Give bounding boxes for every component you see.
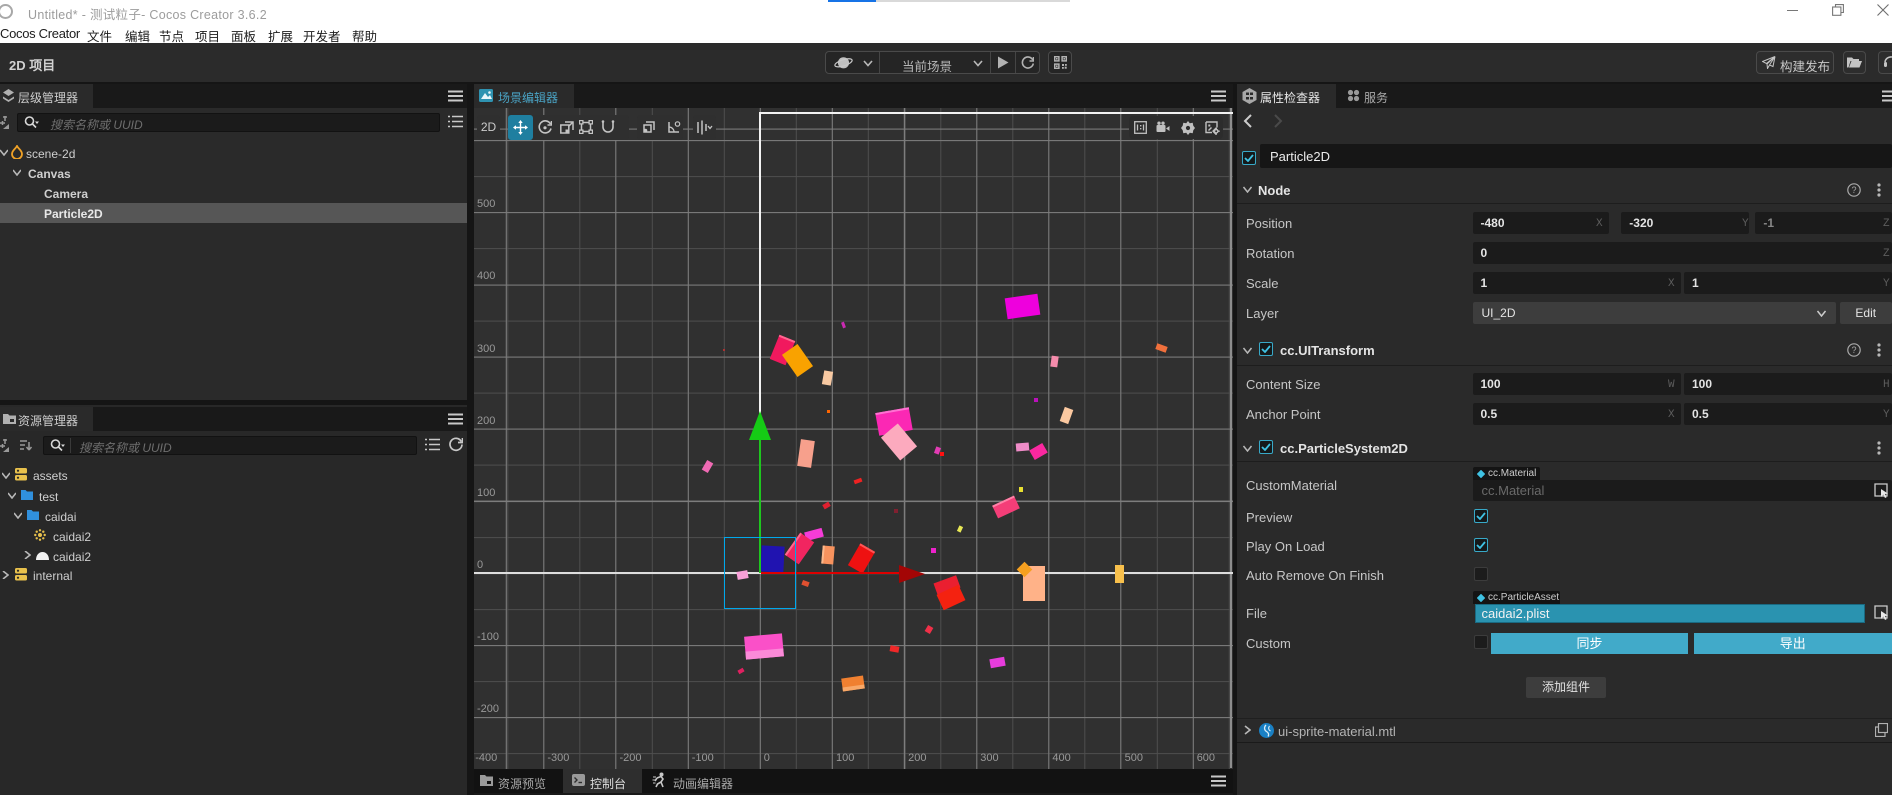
svg-text:?: ? [1851,185,1856,195]
svg-text:?: ? [1851,345,1856,355]
